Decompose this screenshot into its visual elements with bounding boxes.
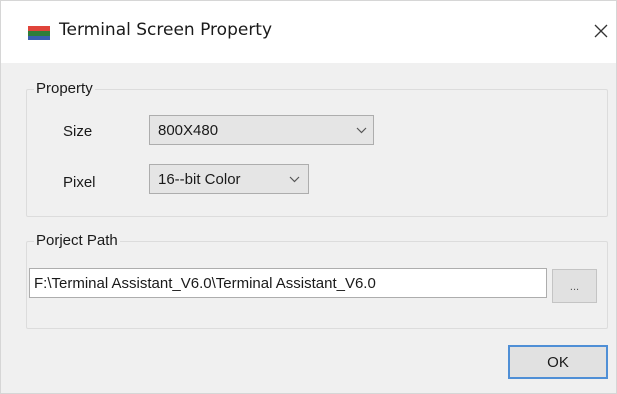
title-bar: Terminal Screen Property — [1, 1, 616, 63]
pixel-select[interactable]: 16--bit Color — [149, 164, 309, 194]
browse-button[interactable]: ... — [552, 269, 597, 303]
terminal-screen-property-dialog: Terminal Screen Property Property Size 8… — [0, 0, 617, 394]
close-icon — [594, 24, 608, 38]
property-group-label: Property — [34, 80, 95, 97]
close-button[interactable] — [589, 17, 613, 45]
window-title: Terminal Screen Property — [59, 20, 273, 40]
terminal-screen-app-icon — [28, 26, 50, 40]
size-label: Size — [63, 123, 93, 140]
chevron-down-icon — [356, 127, 367, 134]
project-path-input[interactable]: F:\Terminal Assistant_V6.0\Terminal Assi… — [29, 268, 547, 298]
pixel-select-value: 16--bit Color — [158, 170, 241, 188]
property-groupbox — [26, 89, 608, 217]
project-path-group-label: Porject Path — [34, 232, 120, 249]
pixel-label: Pixel — [63, 174, 96, 191]
size-select[interactable]: 800X480 — [149, 115, 374, 145]
size-select-value: 800X480 — [158, 121, 219, 139]
chevron-down-icon — [289, 176, 300, 183]
ok-button[interactable]: OK — [508, 345, 608, 379]
